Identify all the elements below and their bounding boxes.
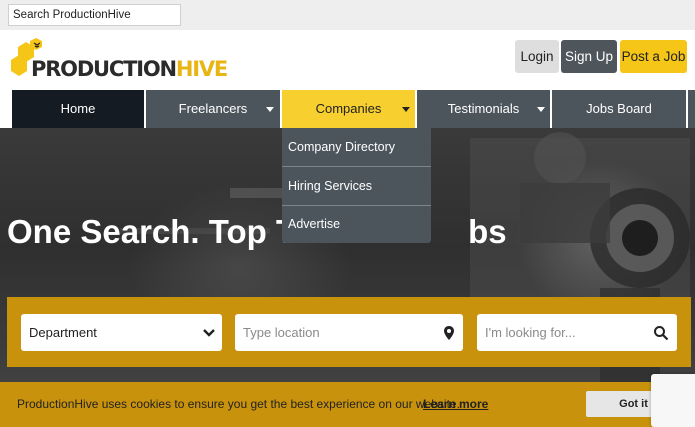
chevron-down-icon[interactable] [266, 107, 274, 112]
nav-item-freelancers[interactable]: Freelancers [146, 90, 280, 128]
nav-item-home[interactable]: Home [12, 90, 144, 128]
location-input[interactable]: Type location [235, 314, 463, 351]
nav-freelancers-label: Freelancers [178, 101, 248, 116]
nav-item-overflow[interactable] [688, 90, 695, 128]
location-input-placeholder: Type location [243, 325, 320, 340]
logo-text-hive: HIVE [175, 57, 228, 81]
nav-item-jobs-board[interactable]: Jobs Board [552, 90, 686, 128]
hero-headline-start: One Search. Top TV [7, 213, 319, 250]
login-button[interactable]: Login [515, 40, 559, 73]
chevron-down-icon[interactable] [201, 325, 217, 341]
site-search-input[interactable]: Search ProductionHive [8, 4, 181, 26]
chevron-down-icon[interactable] [402, 107, 410, 112]
post-job-button[interactable]: Post a Job [620, 40, 687, 73]
logo-text-production: PRODUCTION [31, 57, 177, 81]
nav-companies-label: Companies [315, 101, 382, 116]
keyword-search-input[interactable]: I'm looking for... [477, 314, 677, 351]
cookie-learn-more-link[interactable]: Learn more [423, 397, 488, 411]
signup-button[interactable]: Sign Up [561, 40, 617, 73]
hero-headline-end: bs [468, 213, 507, 250]
menu-item-advertise[interactable]: Advertise [282, 205, 431, 243]
map-pin-icon[interactable] [441, 325, 457, 341]
menu-item-hiring-services[interactable]: Hiring Services [282, 167, 431, 205]
menu-item-company-directory[interactable]: Company Directory [282, 128, 431, 166]
cookie-message: ProductionHive uses cookies to ensure yo… [17, 397, 460, 411]
department-select-value: Department [29, 325, 97, 340]
chevron-down-icon[interactable] [537, 107, 545, 112]
recaptcha-badge[interactable] [651, 374, 695, 427]
nav-home-label: Home [60, 101, 96, 116]
nav-item-companies[interactable]: Companies [282, 90, 415, 128]
keyword-search-placeholder: I'm looking for... [485, 325, 576, 340]
department-select[interactable]: Department [21, 314, 222, 351]
nav-item-testimonials[interactable]: Testimonials [417, 90, 550, 128]
hero-headline: One Search. Top TV bs [7, 212, 507, 252]
nav-jobs-board-label: Jobs Board [586, 101, 652, 116]
logo-wordmark[interactable]: PRODUCTIONHIVE [31, 57, 228, 81]
nav-testimonials-label: Testimonials [447, 101, 520, 116]
search-icon[interactable] [653, 325, 669, 341]
